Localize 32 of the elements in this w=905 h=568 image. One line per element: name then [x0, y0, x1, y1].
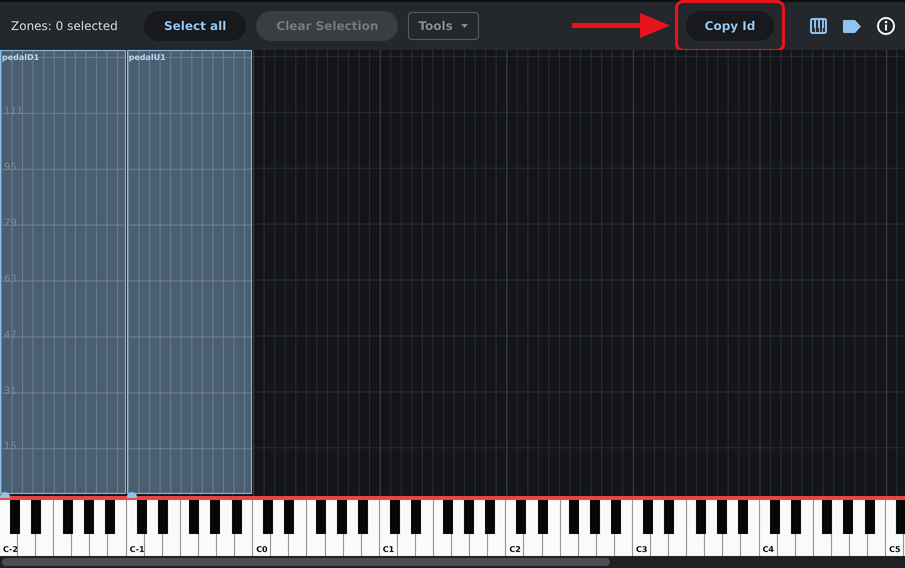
piano-octave[interactable]: C4: [760, 500, 886, 556]
octave-label: C4: [762, 545, 774, 554]
piano-octave[interactable]: C2: [506, 500, 633, 556]
octave-label: C0: [256, 545, 268, 554]
octave-label: C5: [889, 545, 901, 554]
piano-icon: [810, 18, 827, 34]
octave-label: C2: [509, 545, 521, 554]
scrollbar-thumb[interactable]: [2, 558, 610, 566]
piano-octave[interactable]: C-2: [0, 500, 127, 556]
caret-icon: [461, 24, 468, 28]
label-button[interactable]: [843, 20, 861, 32]
info-button[interactable]: [877, 17, 895, 35]
piano-octave[interactable]: C3: [632, 500, 760, 556]
tools-dropdown[interactable]: Tools: [408, 12, 480, 40]
zone-handle[interactable]: [0, 492, 10, 498]
piano-octave[interactable]: C0: [253, 500, 380, 556]
info-icon: [877, 17, 895, 35]
tag-icon: [843, 20, 861, 32]
zone-name: pedalU1: [128, 53, 166, 62]
piano-octave[interactable]: C1: [380, 500, 506, 556]
octave-label: C-2: [3, 545, 18, 554]
keyboard-button[interactable]: [810, 18, 827, 34]
octave-label: C-1: [130, 545, 145, 554]
zones-count-label: Zones: 0 selected: [11, 19, 119, 33]
octave-label: C1: [382, 545, 394, 554]
zone-handle[interactable]: [126, 492, 137, 498]
copy-id-button[interactable]: Copy Id: [686, 11, 774, 41]
zone-name: pedalD1: [2, 53, 40, 62]
octave-label: C3: [636, 545, 648, 554]
piano-octave[interactable]: C-1: [126, 500, 254, 556]
toolbar-button[interactable]: Select all: [144, 11, 246, 41]
piano-octave[interactable]: C5: [886, 500, 905, 556]
